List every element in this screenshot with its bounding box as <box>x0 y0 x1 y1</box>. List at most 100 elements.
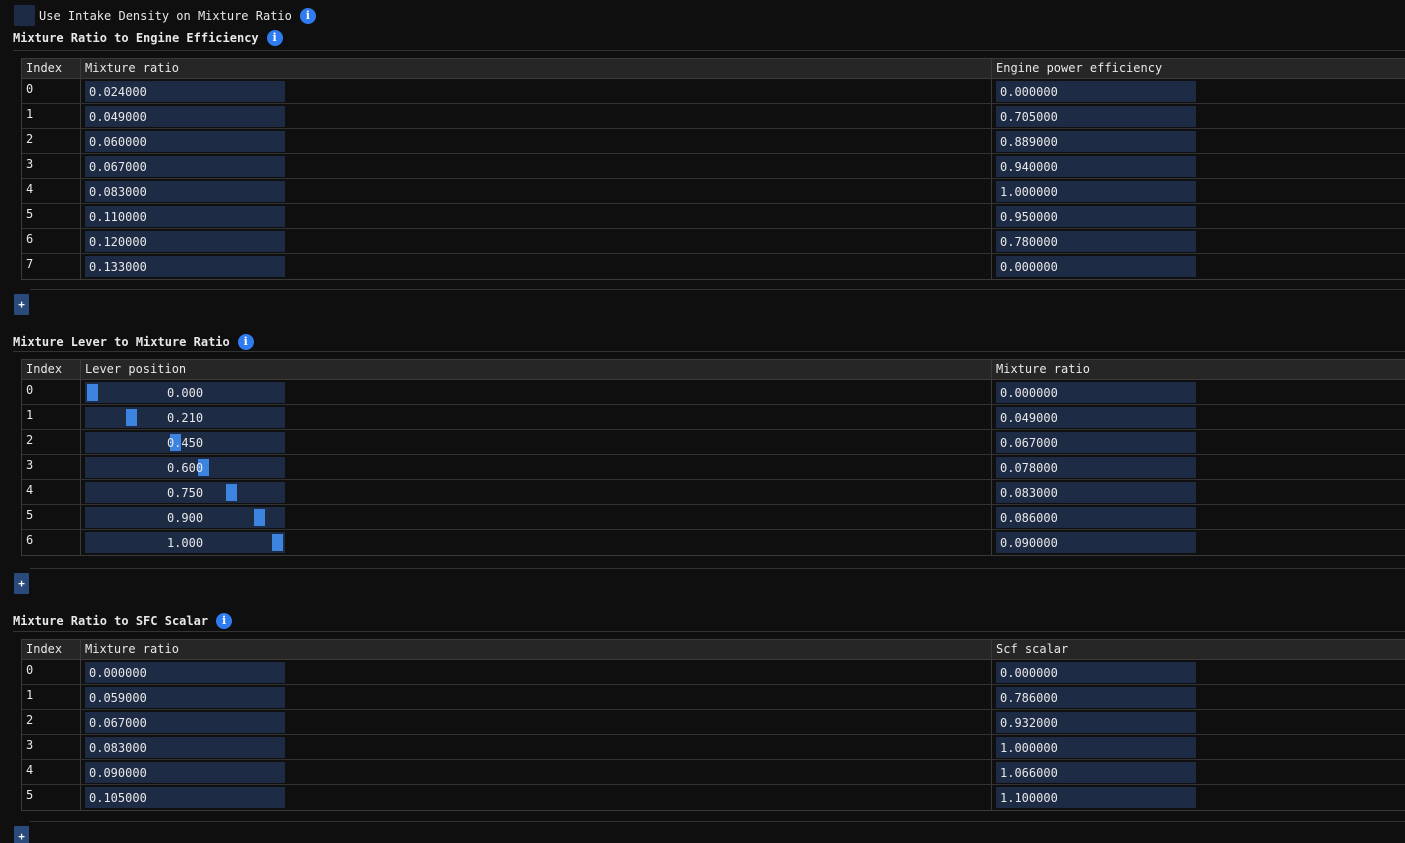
mixture-ratio-field[interactable]: 0.059000 <box>85 687 285 708</box>
table-row: 2 0.067000 0.932000 <box>22 710 1405 735</box>
mixture-ratio-field[interactable]: 0.083000 <box>85 181 285 202</box>
table-row: 5 0.900 0.086000 <box>22 505 1405 530</box>
add-row-button[interactable]: + <box>14 294 29 315</box>
mixture-ratio-field[interactable]: 0.067000 <box>85 156 285 177</box>
output-value-field[interactable]: 0.940000 <box>996 156 1196 177</box>
lever-position-slider[interactable]: 0.900 <box>85 507 285 528</box>
output-value-field[interactable]: 1.000000 <box>996 181 1196 202</box>
row-index: 4 <box>22 179 81 203</box>
section-title-row: Mixture Ratio to Engine Efficiency i <box>13 28 283 48</box>
output-value-field[interactable]: 0.000000 <box>996 382 1196 403</box>
row-index: 2 <box>22 129 81 153</box>
row-index: 6 <box>22 530 81 555</box>
info-icon[interactable]: i <box>266 30 283 46</box>
output-cell: 0.950000 <box>992 204 1405 228</box>
section-title: Mixture Ratio to SFC Scalar <box>13 614 209 628</box>
output-value-field[interactable]: 0.889000 <box>996 131 1196 152</box>
input-cell: 0.060000 <box>81 129 992 153</box>
section-bottom-divider <box>30 821 1405 822</box>
output-value-field[interactable]: 0.000000 <box>996 662 1196 683</box>
mixture-ratio-field[interactable]: 0.049000 <box>85 106 285 127</box>
input-cell: 0.067000 <box>81 154 992 178</box>
output-value-field[interactable]: 0.083000 <box>996 482 1196 503</box>
row-index: 5 <box>22 204 81 228</box>
output-value-field[interactable]: 1.066000 <box>996 762 1196 783</box>
output-value-field[interactable]: 0.067000 <box>996 432 1196 453</box>
output-cell: 0.049000 <box>992 405 1405 429</box>
mixture-ratio-field[interactable]: 0.120000 <box>85 231 285 252</box>
row-index: 0 <box>22 660 81 684</box>
info-icon[interactable]: i <box>237 334 254 350</box>
output-value-field[interactable]: 0.932000 <box>996 712 1196 733</box>
output-cell: 0.705000 <box>992 104 1405 128</box>
lever-position-slider[interactable]: 0.750 <box>85 482 285 503</box>
column-header-input: Mixture ratio <box>81 59 992 78</box>
input-cell: 0.110000 <box>81 204 992 228</box>
output-cell: 0.000000 <box>992 380 1405 404</box>
output-cell: 0.083000 <box>992 480 1405 504</box>
info-icon[interactable]: i <box>216 613 233 629</box>
output-value-field[interactable]: 0.049000 <box>996 407 1196 428</box>
mixture-ratio-field[interactable]: 0.060000 <box>85 131 285 152</box>
output-value-field[interactable]: 0.078000 <box>996 457 1196 478</box>
add-row-button[interactable]: + <box>14 826 29 843</box>
slider-grab-handle[interactable] <box>87 384 98 401</box>
mixture-ratio-field[interactable]: 0.067000 <box>85 712 285 733</box>
output-value-field[interactable]: 0.086000 <box>996 507 1196 528</box>
mixture-ratio-field[interactable]: 0.110000 <box>85 206 285 227</box>
mixture-ratio-field[interactable]: 0.090000 <box>85 762 285 783</box>
lever-position-slider[interactable]: 0.450 <box>85 432 285 453</box>
output-value-field[interactable]: 0.090000 <box>996 532 1196 553</box>
row-index: 5 <box>22 785 81 810</box>
output-value-field[interactable]: 1.100000 <box>996 787 1196 808</box>
input-cell: 0.059000 <box>81 685 992 709</box>
input-cell: 0.133000 <box>81 254 992 279</box>
output-value-field[interactable]: 0.786000 <box>996 687 1196 708</box>
output-cell: 0.000000 <box>992 254 1405 279</box>
slider-grab-handle[interactable] <box>198 459 209 476</box>
output-value-field[interactable]: 1.000000 <box>996 737 1196 758</box>
lever-position-slider[interactable]: 1.000 <box>85 532 285 553</box>
mixture-ratio-field[interactable]: 0.105000 <box>85 787 285 808</box>
slider-value: 0.600 <box>166 461 204 475</box>
slider-value: 0.450 <box>166 436 204 450</box>
input-cell: 0.083000 <box>81 735 992 759</box>
output-value-field[interactable]: 0.000000 <box>996 81 1196 102</box>
output-value-field[interactable]: 0.705000 <box>996 106 1196 127</box>
mixture-ratio-field[interactable]: 0.024000 <box>85 81 285 102</box>
table-row: 4 0.750 0.083000 <box>22 480 1405 505</box>
section-title-row: Mixture Ratio to SFC Scalar i <box>13 611 233 631</box>
slider-grab-handle[interactable] <box>254 509 265 526</box>
slider-grab-handle[interactable] <box>126 409 137 426</box>
table-row: 1 0.210 0.049000 <box>22 405 1405 430</box>
output-value-field[interactable]: 0.000000 <box>996 256 1196 277</box>
add-row-button[interactable]: + <box>14 573 29 594</box>
mixture-ratio-field[interactable]: 0.000000 <box>85 662 285 683</box>
input-cell: 0.083000 <box>81 179 992 203</box>
output-value-field[interactable]: 0.780000 <box>996 231 1196 252</box>
output-value-field[interactable]: 0.950000 <box>996 206 1196 227</box>
table-row: 3 0.067000 0.940000 <box>22 154 1405 179</box>
slider-value: 0.210 <box>166 411 204 425</box>
slider-grab-handle[interactable] <box>170 434 181 451</box>
info-icon[interactable]: i <box>299 7 316 24</box>
use-intake-density-checkbox[interactable] <box>14 5 35 26</box>
slider-value: 0.000 <box>166 386 204 400</box>
section-title: Mixture Lever to Mixture Ratio <box>13 335 230 349</box>
table-row: 7 0.133000 0.000000 <box>22 254 1405 279</box>
output-cell: 1.000000 <box>992 735 1405 759</box>
lever-position-slider[interactable]: 0.600 <box>85 457 285 478</box>
output-cell: 0.000000 <box>992 660 1405 684</box>
output-cell: 1.066000 <box>992 760 1405 784</box>
table-row: 3 0.600 0.078000 <box>22 455 1405 480</box>
lever-position-slider[interactable]: 0.000 <box>85 382 285 403</box>
slider-value: 1.000 <box>166 536 204 550</box>
slider-grab-handle[interactable] <box>226 484 237 501</box>
slider-grab-handle[interactable] <box>272 534 283 551</box>
column-header-output: Scf scalar <box>996 642 1069 656</box>
lever-position-slider[interactable]: 0.210 <box>85 407 285 428</box>
mixture-ratio-field[interactable]: 0.133000 <box>85 256 285 277</box>
row-index: 2 <box>22 430 81 454</box>
table-header: Index Lever position Mixture ratio <box>22 360 1405 380</box>
mixture-ratio-field[interactable]: 0.083000 <box>85 737 285 758</box>
